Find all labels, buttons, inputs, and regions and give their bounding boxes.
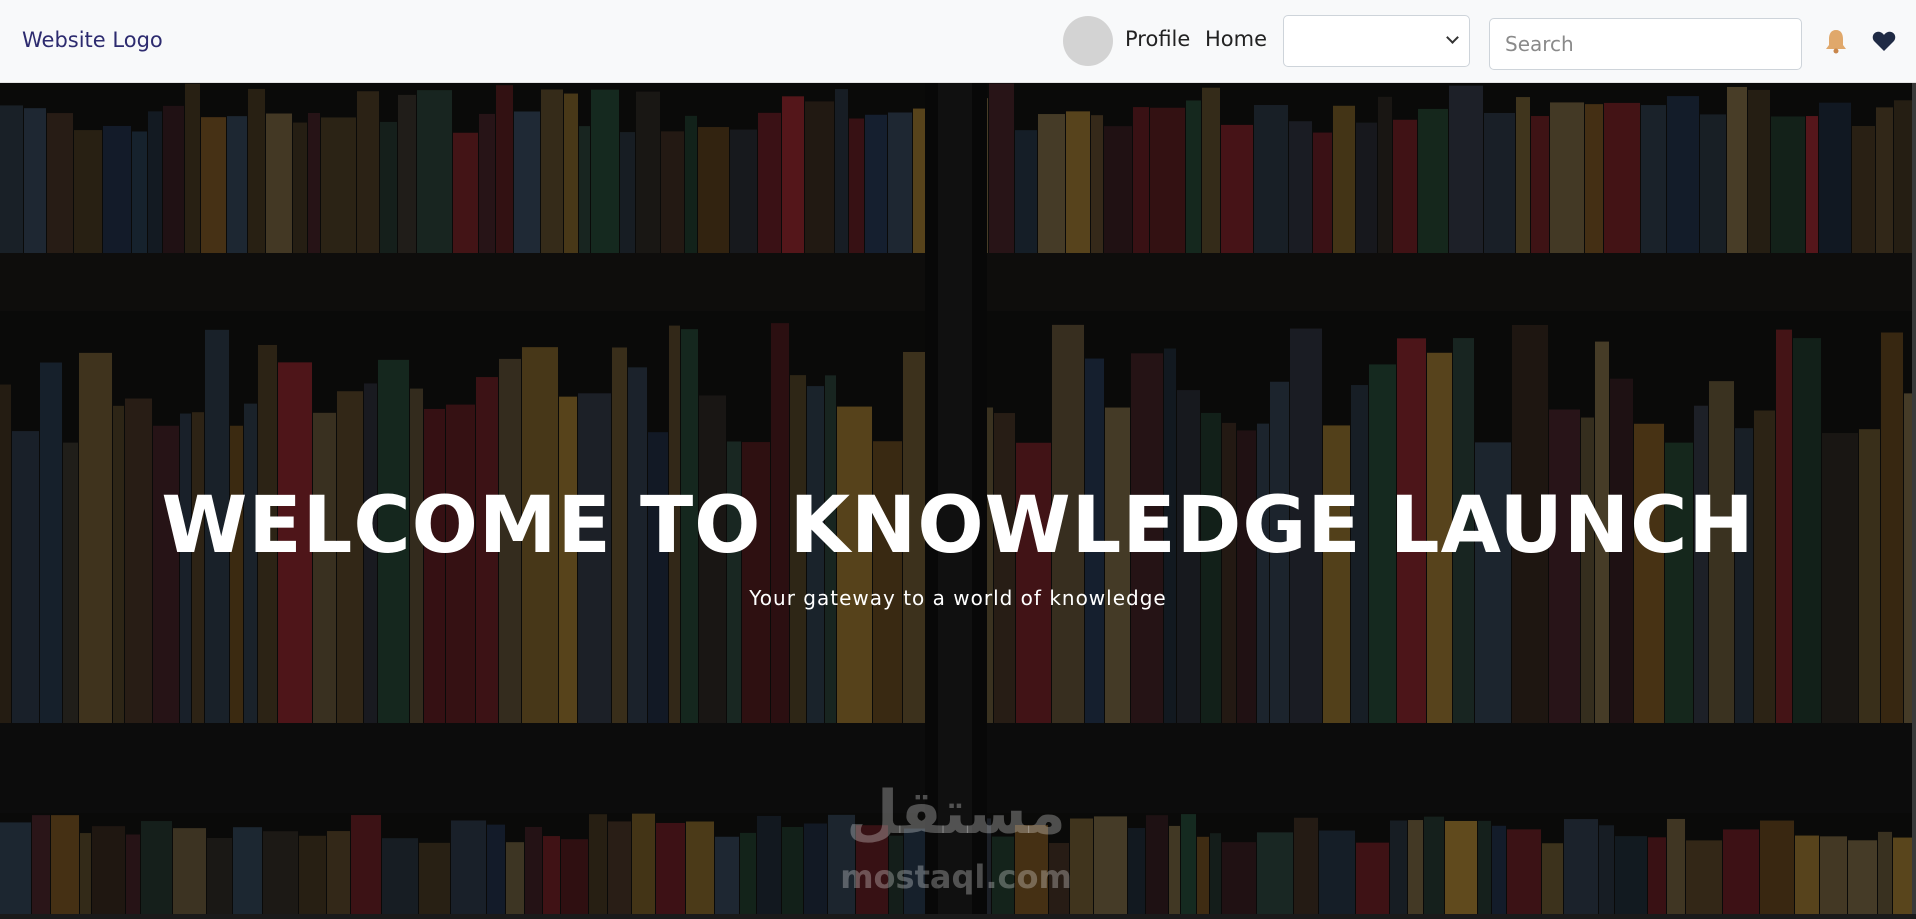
scrollbar[interactable] bbox=[1912, 83, 1916, 915]
bell-icon[interactable] bbox=[1824, 28, 1848, 54]
hero-title: WELCOME TO KNOWLEDGE LAUNCH bbox=[161, 481, 1755, 571]
hero-subtitle: Your gateway to a world of knowledge bbox=[749, 586, 1167, 610]
avatar[interactable] bbox=[1063, 16, 1113, 66]
search-input[interactable] bbox=[1489, 18, 1802, 70]
nav-link-profile[interactable]: Profile bbox=[1125, 27, 1190, 51]
hero-section: WELCOME TO KNOWLEDGE LAUNCH Your gateway… bbox=[0, 83, 1916, 915]
category-select[interactable] bbox=[1283, 15, 1470, 67]
top-navbar: Website Logo Profile Home bbox=[0, 0, 1916, 83]
nav-link-home[interactable]: Home bbox=[1205, 27, 1267, 51]
bottom-edge bbox=[0, 914, 1916, 919]
navbar-right-group: Profile Home bbox=[0, 0, 1916, 83]
chevron-down-icon bbox=[1446, 31, 1459, 44]
watermark-arabic: مستقل bbox=[846, 778, 1066, 848]
heart-icon[interactable] bbox=[1872, 30, 1896, 52]
watermark-latin: mostaql.com bbox=[840, 858, 1072, 896]
